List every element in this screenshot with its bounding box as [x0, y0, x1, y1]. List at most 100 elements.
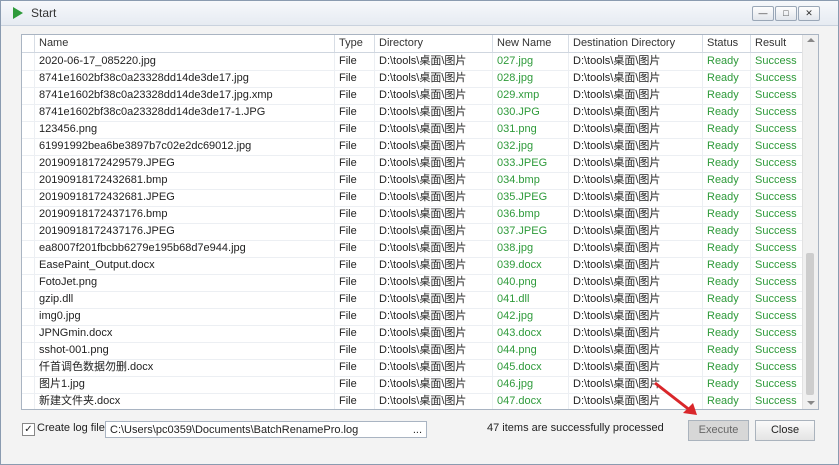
table-row[interactable]: 20190918172437176.bmp File D:\tools\桌面\图片 0… — [22, 206, 802, 224]
cell-new-name: 027.jpg — [492, 53, 568, 70]
cell-name: 8741e1602bf38c0a23328dd14de3de17.jpg — [34, 70, 334, 87]
cell-status: Ready — [702, 393, 750, 409]
cell-new-name: 036.bmp — [492, 206, 568, 223]
cell-directory: D:\tools\桌面\图片 — [374, 359, 492, 376]
cell-name: 20190918172429579.JPEG — [34, 155, 334, 172]
cell-type: File — [334, 206, 374, 223]
cell-name: gzip.dll — [34, 291, 334, 308]
cell-directory: D:\tools\桌面\图片 — [374, 342, 492, 359]
scroll-thumb[interactable] — [806, 253, 814, 395]
cell-destination: D:\tools\桌面\图片 — [568, 53, 702, 70]
table-row[interactable]: gzip.dll File D:\tools\桌面\图片 041.dll D:\tool… — [22, 291, 802, 309]
cell-type: File — [334, 138, 374, 155]
cell-status: Ready — [702, 274, 750, 291]
cell-type: File — [334, 240, 374, 257]
table-row[interactable]: 8741e1602bf38c0a23328dd14de3de17-1.JPG Fi… — [22, 104, 802, 122]
table-row[interactable]: 8741e1602bf38c0a23328dd14de3de17.jpg.xmp… — [22, 87, 802, 105]
bottom-bar: ✓ Create log file: C:\Users\pc0359\Docum… — [1, 416, 838, 446]
column-header-destination[interactable]: Destination Directory — [568, 35, 702, 52]
browse-button[interactable]: ... — [413, 422, 422, 439]
create-log-checkbox[interactable]: ✓ — [22, 423, 35, 436]
cell-result: Success — [750, 206, 802, 223]
cell-type: File — [334, 359, 374, 376]
cell-directory: D:\tools\桌面\图片 — [374, 172, 492, 189]
column-header-result[interactable]: Result — [750, 35, 802, 52]
cell-new-name: 029.xmp — [492, 87, 568, 104]
table-row[interactable]: 20190918172432681.bmp File D:\tools\桌面\图片 0… — [22, 172, 802, 190]
maximize-button[interactable]: □ — [775, 6, 797, 21]
table-row[interactable]: 61991992bea6be3897b7c02e2dc69012.jpg File… — [22, 138, 802, 156]
column-header-name[interactable]: Name — [34, 35, 334, 52]
column-header-new-name[interactable]: New Name — [492, 35, 568, 52]
cell-name: 8741e1602bf38c0a23328dd14de3de17-1.JPG — [34, 104, 334, 121]
cell-type: File — [334, 172, 374, 189]
scroll-up-icon[interactable] — [807, 38, 815, 42]
title-bar: Start — □ ✕ — [1, 1, 838, 26]
cell-type: File — [334, 155, 374, 172]
cell-status: Ready — [702, 240, 750, 257]
cell-destination: D:\tools\桌面\图片 — [568, 223, 702, 240]
table-row[interactable]: sshot-001.png File D:\tools\桌面\图片 044.png D:… — [22, 342, 802, 360]
cell-result: Success — [750, 189, 802, 206]
cell-new-name: 034.bmp — [492, 172, 568, 189]
cell-name: FotoJet.png — [34, 274, 334, 291]
cell-destination: D:\tools\桌面\图片 — [568, 70, 702, 87]
cell-directory: D:\tools\桌面\图片 — [374, 291, 492, 308]
cell-new-name: 040.png — [492, 274, 568, 291]
cell-name: 2020-06-17_085220.jpg — [34, 53, 334, 70]
column-header-status[interactable]: Status — [702, 35, 750, 52]
cell-status: Ready — [702, 308, 750, 325]
column-header-directory[interactable]: Directory — [374, 35, 492, 52]
table-row[interactable]: 20190918172437176.JPEG File D:\tools\桌面\图片… — [22, 223, 802, 241]
column-header-type[interactable]: Type — [334, 35, 374, 52]
cell-directory: D:\tools\桌面\图片 — [374, 376, 492, 393]
cell-name: 8741e1602bf38c0a23328dd14de3de17.jpg.xmp — [34, 87, 334, 104]
cell-new-name: 042.jpg — [492, 308, 568, 325]
file-grid[interactable]: Name Type Directory New Name Destination… — [21, 34, 819, 410]
cell-result: Success — [750, 308, 802, 325]
table-row[interactable]: 8741e1602bf38c0a23328dd14de3de17.jpg File… — [22, 70, 802, 88]
table-row[interactable]: JPNGmin.docx File D:\tools\桌面\图片 043.docx D:… — [22, 325, 802, 343]
cell-destination: D:\tools\桌面\图片 — [568, 155, 702, 172]
cell-result: Success — [750, 342, 802, 359]
cell-type: File — [334, 121, 374, 138]
grid-header: Name Type Directory New Name Destination… — [22, 35, 802, 53]
table-row[interactable]: 20190918172429579.JPEG File D:\tools\桌面\图片… — [22, 155, 802, 173]
table-row[interactable]: 仟首调色数据勿删.docx File D:\tools\桌面\图片 045.docx D… — [22, 359, 802, 377]
table-row[interactable]: 20190918172432681.JPEG File D:\tools\桌面\图片… — [22, 189, 802, 207]
cell-result: Success — [750, 274, 802, 291]
cell-name: EasePaint_Output.docx — [34, 257, 334, 274]
play-icon — [13, 7, 23, 19]
table-row[interactable]: EasePaint_Output.docx File D:\tools\桌面\图片 0… — [22, 257, 802, 275]
cell-type: File — [334, 104, 374, 121]
table-row[interactable]: ea8007f201fbcbb6279e195b68d7e944.jpg File… — [22, 240, 802, 258]
cell-directory: D:\tools\桌面\图片 — [374, 53, 492, 70]
cell-result: Success — [750, 223, 802, 240]
cell-status: Ready — [702, 376, 750, 393]
cell-type: File — [334, 53, 374, 70]
cell-new-name: 028.jpg — [492, 70, 568, 87]
vertical-scrollbar[interactable] — [802, 35, 818, 409]
close-window-button[interactable]: ✕ — [798, 6, 820, 21]
scroll-down-icon[interactable] — [807, 401, 815, 405]
table-row[interactable]: 123456.png File D:\tools\桌面\图片 031.png D:\to… — [22, 121, 802, 139]
cell-directory: D:\tools\桌面\图片 — [374, 138, 492, 155]
status-text: 47 items are successfully processed — [487, 422, 664, 434]
cell-directory: D:\tools\桌面\图片 — [374, 189, 492, 206]
table-row[interactable]: FotoJet.png File D:\tools\桌面\图片 040.png D:\t… — [22, 274, 802, 292]
cell-destination: D:\tools\桌面\图片 — [568, 274, 702, 291]
log-path-field[interactable]: C:\Users\pc0359\Documents\BatchRenamePro… — [105, 421, 427, 438]
table-row[interactable]: 2020-06-17_085220.jpg File D:\tools\桌面\图片 0… — [22, 53, 802, 71]
execute-button[interactable]: Execute — [688, 420, 749, 441]
cell-new-name: 043.docx — [492, 325, 568, 342]
log-path-value: C:\Users\pc0359\Documents\BatchRenamePro… — [110, 424, 359, 436]
cell-new-name: 047.docx — [492, 393, 568, 409]
cell-type: File — [334, 393, 374, 409]
cell-result: Success — [750, 155, 802, 172]
close-button[interactable]: Close — [755, 420, 815, 441]
cell-destination: D:\tools\桌面\图片 — [568, 104, 702, 121]
cell-result: Success — [750, 121, 802, 138]
table-row[interactable]: img0.jpg File D:\tools\桌面\图片 042.jpg D:\tool… — [22, 308, 802, 326]
cell-directory: D:\tools\桌面\图片 — [374, 240, 492, 257]
minimize-button[interactable]: — — [752, 6, 774, 21]
